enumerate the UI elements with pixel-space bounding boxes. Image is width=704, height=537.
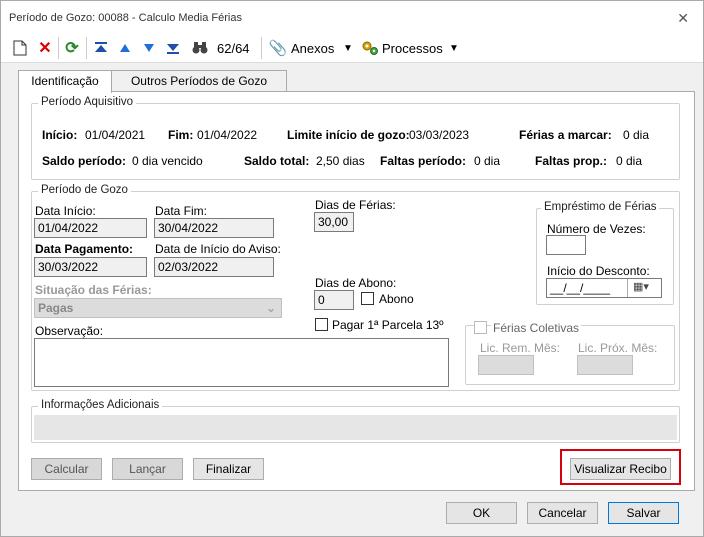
- paperclip-icon[interactable]: 📎: [269, 39, 288, 57]
- observacao-label: Observação:: [35, 324, 104, 338]
- inicio-label: Início:: [42, 128, 78, 142]
- lic-rem-label: Lic. Rem. Mês:: [480, 341, 561, 355]
- abono-checkbox[interactable]: [361, 292, 374, 305]
- ok-button[interactable]: OK: [446, 502, 517, 524]
- inicio-desconto-field[interactable]: __/__/____ ▦▾: [546, 278, 662, 298]
- pagar-parcela-label: Pagar 1ª Parcela 13º: [332, 318, 444, 332]
- inicio-desconto-value: __/__/____: [550, 281, 611, 295]
- group-legend: Empréstimo de Férias: [541, 201, 660, 213]
- last-record-icon[interactable]: [164, 39, 182, 57]
- fim-label: Fim:: [168, 128, 194, 142]
- fim-value: 01/04/2022: [197, 128, 258, 142]
- situacao-value: Pagas: [38, 301, 74, 315]
- new-document-icon[interactable]: [11, 39, 29, 57]
- chevron-down-icon[interactable]: ▼: [449, 43, 459, 54]
- dias-ferias-field[interactable]: 30,00: [314, 212, 354, 232]
- numero-vezes-label: Número de Vezes:: [547, 222, 646, 236]
- observacao-textarea[interactable]: [34, 338, 449, 387]
- group-legend: Informações Adicionais: [38, 399, 163, 411]
- chevron-down-icon: ⌄: [265, 301, 276, 315]
- visualizar-recibo-button[interactable]: Visualizar Recibo: [570, 458, 671, 480]
- delete-icon[interactable]: ✕: [36, 39, 54, 57]
- abono-label: Abono: [379, 292, 414, 306]
- limite-value: 03/03/2023: [409, 128, 470, 142]
- inicio-desconto-label: Início do Desconto:: [547, 264, 650, 278]
- toolbar-separator: [86, 37, 87, 59]
- data-inicio-label: Data Início:: [35, 204, 96, 218]
- gears-icon[interactable]: [361, 39, 379, 57]
- faltas-periodo-label: Faltas período:: [380, 154, 467, 168]
- title-bar: Período de Gozo: 00088 - Calculo Media F…: [1, 1, 703, 33]
- refresh-icon[interactable]: ⟳: [63, 39, 81, 57]
- inicio-value: 01/04/2021: [85, 128, 146, 142]
- lic-prox-label: Lic. Próx. Mês:: [578, 341, 658, 355]
- ferias-coletivas-label: Férias Coletivas: [491, 321, 582, 335]
- data-aviso-label: Data de Início do Aviso:: [155, 242, 281, 256]
- ferias-marcar-value: 0 dia: [623, 128, 650, 142]
- ferias-coletivas-checkbox[interactable]: [474, 321, 487, 334]
- dias-ferias-label: Dias de Férias:: [315, 198, 396, 212]
- data-pagamento-label: Data Pagamento:: [35, 242, 134, 256]
- tab-outros-periodos[interactable]: Outros Períodos de Gozo: [111, 70, 287, 92]
- binoculars-icon[interactable]: [191, 39, 209, 57]
- lic-prox-field[interactable]: [577, 355, 633, 375]
- calcular-button[interactable]: Calcular: [31, 458, 102, 480]
- tab-identificacao[interactable]: Identificação: [18, 70, 112, 93]
- situacao-select[interactable]: Pagas ⌄: [34, 298, 282, 318]
- cancelar-button[interactable]: Cancelar: [527, 502, 598, 524]
- processos-menu[interactable]: Processos: [382, 41, 443, 56]
- toolbar-separator: [261, 37, 262, 59]
- saldo-periodo-value: 0 dia vencido: [132, 154, 203, 168]
- situacao-label: Situação das Férias:: [35, 283, 152, 297]
- previous-record-icon[interactable]: [116, 39, 134, 57]
- informacoes-group: Informações Adicionais: [31, 399, 680, 443]
- informacoes-area: [34, 415, 677, 440]
- record-counter: 62/64: [217, 41, 250, 56]
- limite-label: Limite início de gozo:: [287, 128, 410, 142]
- calendar-icon[interactable]: ▦▾: [633, 280, 649, 293]
- data-inicio-field[interactable]: 01/04/2022: [34, 218, 147, 238]
- close-icon[interactable]: ✕: [677, 10, 689, 27]
- first-record-icon[interactable]: [92, 39, 110, 57]
- field-divider: [627, 279, 628, 297]
- numero-vezes-field[interactable]: [546, 235, 586, 255]
- toolbar: ✕ ⟳ 62/64 📎 Anexos ▼ Processos ▼: [1, 33, 703, 63]
- dialog-window: Período de Gozo: 00088 - Calculo Media F…: [0, 0, 704, 537]
- tab-panel: Período Aquisitivo Início: 01/04/2021 Fi…: [18, 91, 695, 491]
- lic-rem-field[interactable]: [478, 355, 534, 375]
- saldo-periodo-label: Saldo período:: [42, 154, 126, 168]
- group-legend: Período de Gozo: [38, 184, 131, 196]
- data-pagamento-field[interactable]: 30/03/2022: [34, 257, 147, 277]
- faltas-prop-value: 0 dia: [616, 154, 643, 168]
- chevron-down-icon[interactable]: ▼: [343, 43, 353, 54]
- ferias-marcar-label: Férias a marcar:: [519, 128, 612, 142]
- salvar-button[interactable]: Salvar: [608, 502, 679, 524]
- dias-abono-field[interactable]: 0: [314, 290, 354, 310]
- toolbar-separator: [58, 37, 59, 59]
- saldo-total-label: Saldo total:: [244, 154, 310, 168]
- saldo-total-value: 2,50 dias: [316, 154, 365, 168]
- next-record-icon[interactable]: [140, 39, 158, 57]
- data-aviso-field[interactable]: 02/03/2022: [154, 257, 274, 277]
- faltas-periodo-value: 0 dia: [474, 154, 501, 168]
- group-legend: Período Aquisitivo: [38, 96, 137, 108]
- dias-abono-label: Dias de Abono:: [315, 276, 397, 290]
- anexos-menu[interactable]: Anexos: [291, 41, 334, 56]
- window-title: Período de Gozo: 00088 - Calculo Media F…: [9, 12, 242, 24]
- data-fim-field[interactable]: 30/04/2022: [154, 218, 274, 238]
- pagar-parcela-checkbox[interactable]: [315, 318, 328, 331]
- finalizar-button[interactable]: Finalizar: [193, 458, 264, 480]
- lancar-button[interactable]: Lançar: [112, 458, 183, 480]
- data-fim-label: Data Fim:: [155, 204, 208, 218]
- faltas-prop-label: Faltas prop.:: [535, 154, 608, 168]
